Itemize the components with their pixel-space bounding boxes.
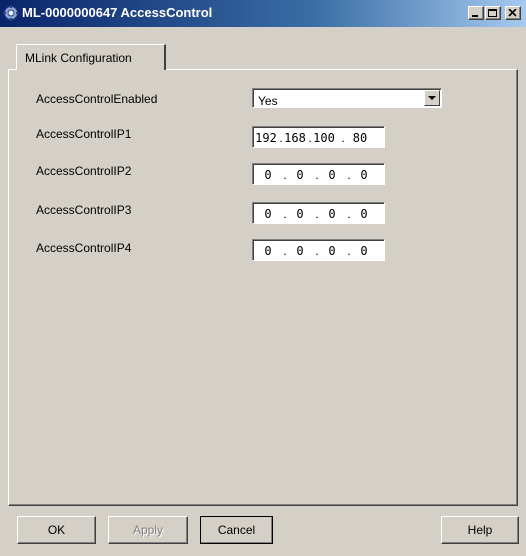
dropdown-button[interactable]: [424, 90, 440, 106]
ip3-octet-3[interactable]: 0: [321, 207, 343, 221]
ip2-octet-4[interactable]: 0: [353, 168, 375, 182]
help-button[interactable]: Help: [441, 516, 519, 544]
access-control-ip3-label: AccessControlIP3: [36, 203, 132, 217]
cancel-button[interactable]: Cancel: [200, 516, 273, 544]
minimize-button[interactable]: [468, 6, 484, 20]
ip-dot: .: [347, 244, 351, 258]
access-control-enabled-select[interactable]: Yes: [252, 88, 442, 108]
close-icon: [508, 9, 517, 17]
access-control-ip2-label: AccessControlIP2: [36, 164, 132, 178]
ip4-octet-3[interactable]: 0: [321, 244, 343, 258]
window-title: ML-0000000647 AccessControl: [22, 5, 213, 20]
ip-dot: .: [347, 207, 351, 221]
ip-dot: .: [283, 244, 287, 258]
ip-dot: .: [283, 207, 287, 221]
apply-button[interactable]: Apply: [108, 516, 188, 544]
ip-dot: .: [315, 168, 319, 182]
ip4-octet-1[interactable]: 0: [257, 244, 279, 258]
access-control-enabled-label: AccessControlEnabled: [36, 92, 158, 106]
ip2-octet-1[interactable]: 0: [257, 168, 279, 182]
access-control-ip4-field[interactable]: 0 . 0 . 0 . 0: [252, 239, 385, 261]
ip1-octet-1[interactable]: 192: [255, 131, 277, 145]
app-gear-icon: [3, 5, 19, 21]
ip3-octet-2[interactable]: 0: [289, 207, 311, 221]
ip1-octet-3[interactable]: 100: [313, 131, 335, 145]
access-control-ip4-label: AccessControlIP4: [36, 241, 132, 255]
minimize-icon: [472, 15, 478, 17]
maximize-button[interactable]: [485, 6, 501, 20]
close-button[interactable]: [505, 6, 521, 20]
access-control-ip2-field[interactable]: 0 . 0 . 0 . 0: [252, 163, 385, 185]
ip-dot: .: [315, 244, 319, 258]
ip-dot: .: [315, 207, 319, 221]
access-control-enabled-value: Yes: [258, 94, 278, 108]
ip3-octet-1[interactable]: 0: [257, 207, 279, 221]
ip-dot: .: [283, 168, 287, 182]
ip1-octet-2[interactable]: 168: [284, 131, 306, 145]
access-control-ip3-field[interactable]: 0 . 0 . 0 . 0: [252, 202, 385, 224]
ip1-octet-4[interactable]: 80: [349, 131, 371, 145]
ip4-octet-2[interactable]: 0: [289, 244, 311, 258]
tab-label: MLink Configuration: [25, 51, 132, 65]
ip4-octet-4[interactable]: 0: [353, 244, 375, 258]
ip2-octet-2[interactable]: 0: [289, 168, 311, 182]
access-control-ip1-label: AccessControlIP1: [36, 127, 132, 141]
chevron-down-icon: [428, 96, 436, 100]
ip2-octet-3[interactable]: 0: [321, 168, 343, 182]
maximize-icon: [488, 9, 497, 17]
title-bar[interactable]: ML-0000000647 AccessControl: [0, 0, 526, 27]
access-control-ip1-field[interactable]: 192 . 168 . 100 . 80: [252, 126, 385, 148]
ip-dot: .: [341, 131, 345, 145]
tab-mlink-configuration[interactable]: MLink Configuration: [16, 44, 166, 70]
ip-dot: .: [347, 168, 351, 182]
ip3-octet-4[interactable]: 0: [353, 207, 375, 221]
ok-button[interactable]: OK: [17, 516, 96, 544]
